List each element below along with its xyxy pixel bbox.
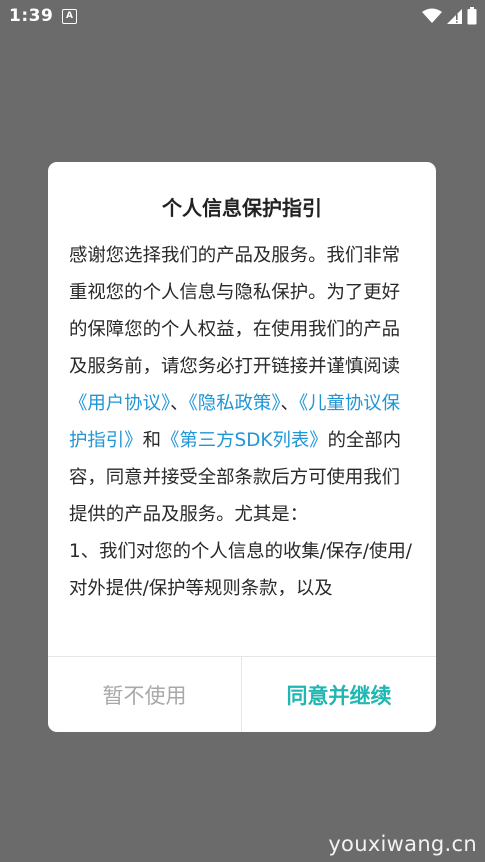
privacy-dialog: 个人信息保护指引 感谢您选择我们的产品及服务。我们非常重视您的个人信息与隐私保护… — [48, 162, 436, 732]
body-text-segment: 1、我们对您的个人信息的收集/保存/使用/对外提供/保护等规则条款，以及 — [69, 541, 412, 599]
wifi-icon — [422, 8, 442, 23]
body-text-segment: 、 — [170, 393, 189, 414]
status-bar: 1:39 A — [0, 0, 485, 34]
status-time: 1:39 — [9, 6, 54, 26]
dialog-body[interactable]: 感谢您选择我们的产品及服务。我们非常重视您的个人信息与隐私保护。为了更好的保障您… — [69, 237, 417, 657]
body-text-segment: 和 — [142, 430, 161, 451]
policy-link[interactable]: 《第三方SDK列表》 — [161, 430, 328, 451]
watermark: youxiwang.cn — [328, 832, 477, 856]
body-text-segment: 感谢您选择我们的产品及服务。我们非常重视您的个人信息与隐私保护。为了更好的保障您… — [69, 245, 401, 377]
dialog-title: 个人信息保护指引 — [162, 196, 322, 220]
decline-button[interactable]: 暂不使用 — [48, 657, 241, 732]
policy-link[interactable]: 《隐私政策》 — [189, 393, 281, 414]
battery-icon — [467, 7, 477, 25]
policy-link[interactable]: 《用户协议》 — [69, 393, 170, 414]
agree-continue-button[interactable]: 同意并继续 — [242, 657, 436, 732]
status-icons — [422, 6, 477, 26]
body-text-segment: 、 — [280, 393, 299, 414]
notification-icon: A — [62, 9, 77, 24]
signal-icon — [447, 8, 462, 24]
